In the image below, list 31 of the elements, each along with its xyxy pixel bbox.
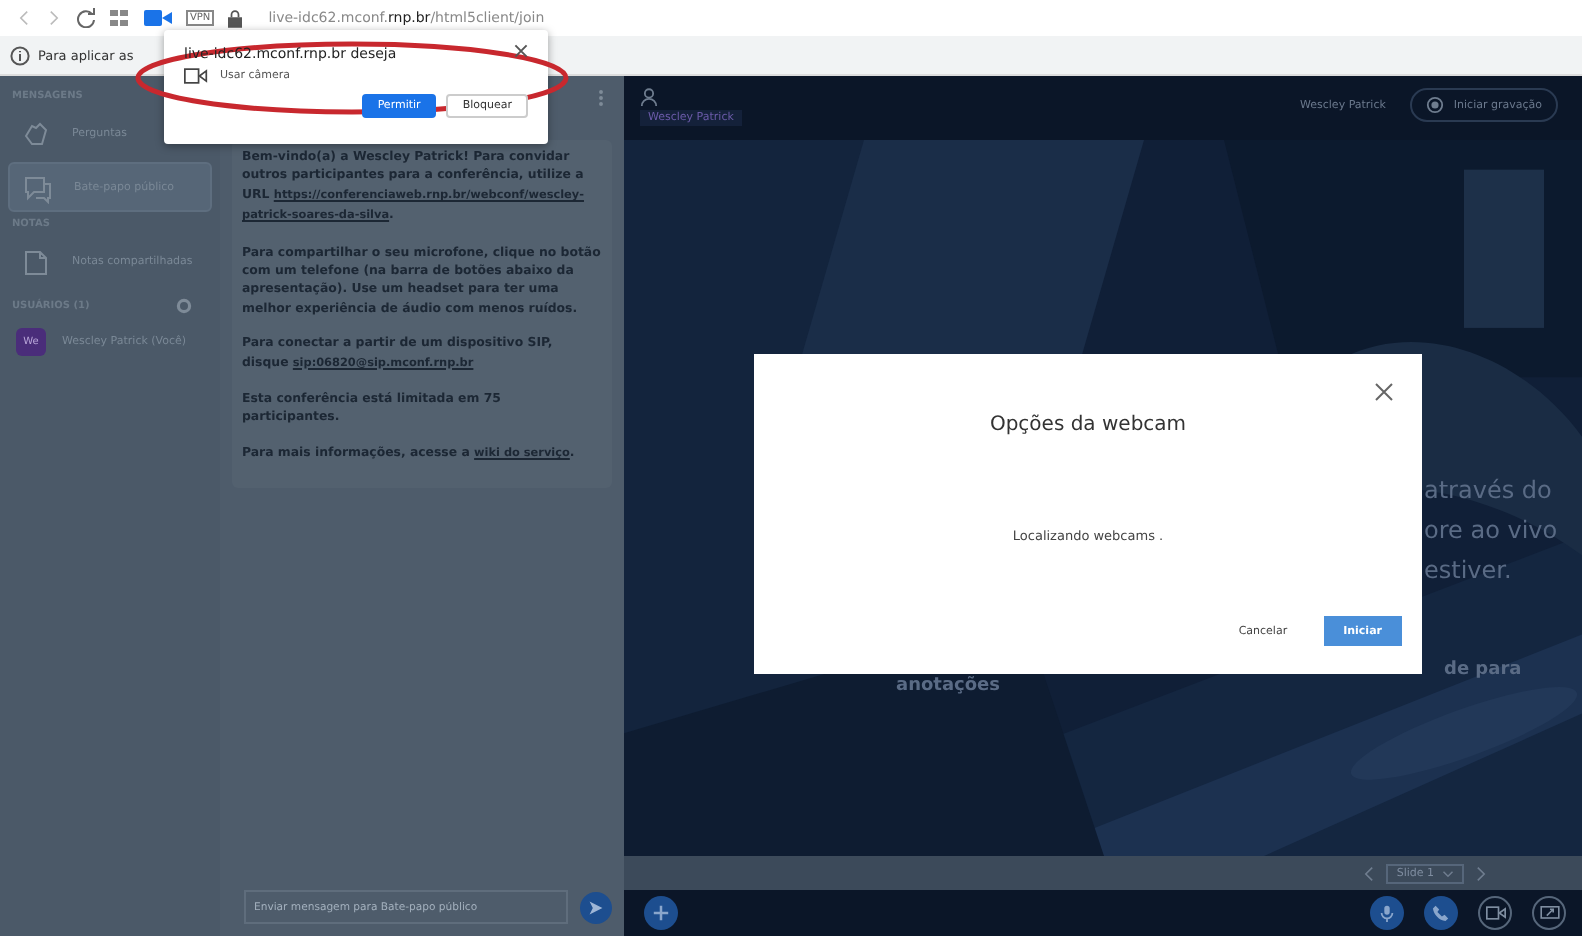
- camera-button[interactable]: [1478, 896, 1512, 930]
- microphone-button[interactable]: [1370, 896, 1404, 930]
- notes-icon: [20, 245, 52, 277]
- apps-grid-icon[interactable]: [110, 8, 130, 28]
- camera-icon[interactable]: [144, 10, 172, 26]
- camera-icon: [184, 68, 208, 84]
- add-button[interactable]: [644, 896, 678, 930]
- screen-share-icon: [1539, 905, 1559, 921]
- phone-icon: [1432, 904, 1450, 922]
- info-icon: [10, 45, 30, 65]
- send-button[interactable]: [580, 891, 612, 923]
- record-icon: [1425, 96, 1444, 114]
- plus-icon: [652, 904, 670, 922]
- screen-share-button[interactable]: [1532, 896, 1566, 930]
- user-icon[interactable]: [640, 88, 658, 106]
- slide-text: de para: [1444, 660, 1522, 680]
- send-icon: [588, 899, 605, 915]
- caret-icon: [1442, 869, 1454, 877]
- slide-text: anotações: [896, 676, 1001, 696]
- close-icon[interactable]: [514, 44, 528, 58]
- close-icon[interactable]: [1374, 382, 1394, 402]
- slide-text: estiver.: [1424, 556, 1512, 584]
- chat-icon: [22, 171, 54, 203]
- video-camera-icon: [1485, 906, 1505, 920]
- phone-button[interactable]: [1424, 896, 1458, 930]
- dialog-title: Opções da webcam: [989, 414, 1187, 436]
- lock-icon: [228, 9, 243, 27]
- slide-text: ore ao vivo: [1424, 516, 1558, 544]
- slide-text: através do: [1424, 476, 1552, 504]
- microphone-icon: [1378, 904, 1396, 922]
- reload-icon[interactable]: [76, 8, 96, 28]
